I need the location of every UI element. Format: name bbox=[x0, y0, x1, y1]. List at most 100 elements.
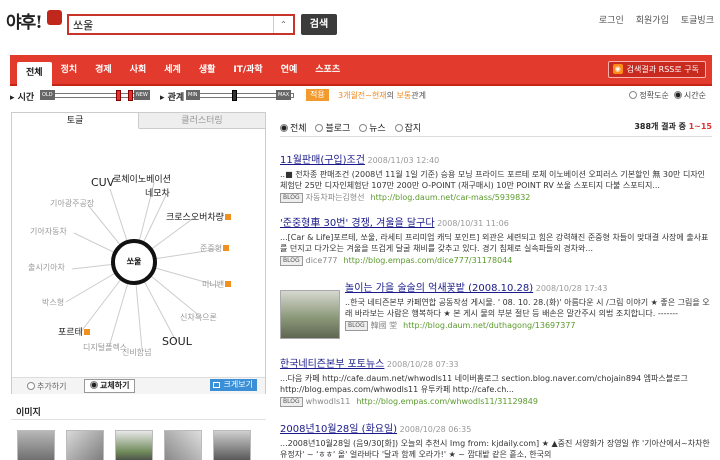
logo-text: 야후! bbox=[6, 13, 43, 33]
enlarge-button[interactable]: 크게보기 bbox=[209, 379, 257, 391]
image-thumbnail[interactable] bbox=[213, 430, 251, 460]
center-keyword-node[interactable]: 쏘울 bbox=[111, 239, 157, 285]
keyword-panel-tabs: 토글 클러스터링 bbox=[12, 113, 265, 129]
keyword-item[interactable]: 기아자동차 bbox=[30, 226, 67, 237]
toolbar-link[interactable]: 토글빙크 bbox=[681, 16, 714, 26]
filter-magazine-label: 잡지 bbox=[404, 124, 422, 134]
result-url[interactable]: http://blog.daum.net/car-mass/5939832 bbox=[371, 193, 531, 202]
result-title-link[interactable]: 놀이는 가을 술술의 억새꽃밭 (2008.10.28) bbox=[345, 283, 533, 294]
sort-accuracy-label: 정확도순 bbox=[639, 91, 669, 100]
site-logo[interactable]: 야후! bbox=[6, 8, 62, 42]
result-url[interactable]: http://blog.daum.net/duthagong/13697377 bbox=[403, 321, 575, 330]
result-date: 2008/10/31 11:06 bbox=[434, 219, 509, 228]
add-keyword-option[interactable]: 추가하기 bbox=[27, 381, 66, 392]
keyword-label: 포르테 bbox=[58, 328, 83, 338]
keyword-item[interactable]: 로체이노베이션 bbox=[113, 172, 171, 185]
search-box: ⌃ bbox=[67, 14, 295, 35]
result-author[interactable]: 자동차파는김형선 bbox=[306, 193, 365, 202]
tab-life[interactable]: 생활 bbox=[190, 62, 225, 86]
sort-time-radio[interactable] bbox=[673, 91, 682, 99]
keyword-item[interactable]: 출시기아차 bbox=[28, 262, 65, 273]
filter-all-option[interactable]: 전체 bbox=[280, 124, 307, 134]
results-divider bbox=[280, 136, 712, 137]
keyword-panel: 토글 클러스터링 CUV 로체이노베이션 네모차 기아광주공장 크로스오버차량 … bbox=[11, 112, 266, 394]
keyword-item[interactable]: 포르테 bbox=[58, 325, 90, 338]
tab-economy[interactable]: 경제 bbox=[86, 62, 121, 86]
keyword-label: 크로스오버차량 bbox=[166, 213, 224, 223]
keyword-item[interactable]: SOUL bbox=[162, 335, 192, 348]
search-result: '준중형車 30번' 경쟁, 겨울을 달구다 2008/10/31 11:06 … bbox=[280, 217, 712, 266]
result-url[interactable]: http://blog.empas.com/whwodls11/31129849 bbox=[356, 397, 538, 406]
rss-subscribe-button[interactable]: ◉ 검색결과 RSS로 구독 bbox=[607, 61, 706, 78]
image-thumbnail[interactable] bbox=[164, 430, 202, 460]
tab-all[interactable]: 전체 bbox=[17, 62, 52, 86]
result-snippet: ..■ 전차종 판매조건 (2008년 11월 1일 기준) 승용 모닝 프라이… bbox=[280, 170, 706, 190]
keyword-item[interactable]: 기아광주공장 bbox=[50, 198, 94, 209]
keyword-item[interactable]: 박스형 bbox=[42, 297, 64, 308]
enlarge-icon bbox=[212, 382, 220, 388]
tab-sports[interactable]: 스포츠 bbox=[306, 62, 349, 86]
result-author[interactable]: whwodls11 bbox=[306, 397, 351, 406]
images-section-title: 이미지 bbox=[16, 408, 41, 418]
blog-badge: BLOG bbox=[345, 321, 368, 331]
keyword-item[interactable]: 준중형 bbox=[200, 243, 230, 254]
apply-filter-button[interactable]: 적용 bbox=[306, 89, 329, 101]
keyword-item[interactable]: 크로스오버차량 bbox=[166, 210, 231, 223]
external-link-icon bbox=[223, 245, 230, 251]
keyword-item[interactable]: 미니밴 bbox=[202, 279, 232, 290]
category-tabs: 전체 정치 경제 사회 세계 생활 IT/과학 연예 스포츠 bbox=[17, 62, 349, 86]
search-button[interactable]: 검색 bbox=[301, 14, 337, 35]
replace-radio bbox=[90, 381, 98, 389]
image-thumbnail[interactable] bbox=[17, 430, 55, 460]
result-title-link[interactable]: 2008년10월28일 (화요일) bbox=[280, 424, 397, 435]
tab-toggle[interactable]: 토글 bbox=[12, 113, 139, 129]
tab-society[interactable]: 사회 bbox=[121, 62, 156, 86]
result-author[interactable]: 韓國 堂 bbox=[371, 321, 398, 330]
result-range: 1~15 bbox=[688, 122, 712, 131]
result-url[interactable]: http://blog.empas.com/dice777/31178044 bbox=[344, 256, 513, 265]
keyword-label: 준중형 bbox=[200, 244, 223, 253]
search-dropdown-arrow-icon[interactable]: ⌃ bbox=[273, 16, 293, 33]
filter-news-radio bbox=[359, 124, 368, 132]
filter-blog-option[interactable]: 블로그 bbox=[315, 124, 350, 134]
keyword-item[interactable]: 네모차 bbox=[145, 186, 170, 199]
replace-keyword-option[interactable]: 교체하기 bbox=[84, 379, 136, 393]
signup-link[interactable]: 회원가입 bbox=[636, 16, 669, 26]
result-count-text: 388개 결과 중 bbox=[634, 122, 687, 131]
tab-clustering[interactable]: 클러스터링 bbox=[139, 113, 265, 129]
result-author[interactable]: dice777 bbox=[306, 256, 338, 265]
relation-slider-handle[interactable] bbox=[232, 90, 237, 101]
image-thumbnail[interactable] bbox=[66, 430, 104, 460]
search-input[interactable] bbox=[73, 16, 269, 33]
relation-filter-label: ▸ 관계 bbox=[160, 93, 185, 103]
blog-badge: BLOG bbox=[280, 193, 303, 203]
tab-world[interactable]: 세계 bbox=[155, 62, 190, 86]
external-link-icon bbox=[83, 329, 90, 335]
filter-magazine-option[interactable]: 잡지 bbox=[394, 124, 422, 134]
filter-news-option[interactable]: 뉴스 bbox=[359, 124, 386, 134]
filter-summary-joiner: 의 bbox=[386, 91, 397, 100]
filter-magazine-radio bbox=[394, 124, 403, 132]
login-link[interactable]: 로그인 bbox=[599, 16, 624, 26]
relation-slider-max-label: MAX bbox=[276, 90, 292, 100]
result-title-link[interactable]: 한국네티즌본부 포토뉴스 bbox=[280, 359, 384, 370]
keyword-item[interactable]: 신차욕으론 bbox=[180, 312, 217, 323]
filter-all-label: 전체 bbox=[290, 124, 307, 134]
image-thumbnail[interactable] bbox=[115, 430, 153, 460]
time-slider-handle-start[interactable] bbox=[116, 90, 121, 101]
tab-it-science[interactable]: IT/과학 bbox=[224, 62, 271, 86]
keyword-item[interactable]: 신비함넘 bbox=[122, 347, 151, 358]
result-title-link[interactable]: 11월판매(구입)조건 bbox=[280, 155, 365, 166]
keyword-item[interactable]: CUV bbox=[91, 176, 114, 189]
result-title-link[interactable]: '준중형車 30번' 경쟁, 겨울을 달구다 bbox=[280, 218, 435, 229]
keyword-graph: CUV 로체이노베이션 네모차 기아광주공장 크로스오버차량 기아자동차 준중형… bbox=[12, 129, 265, 375]
tab-politics[interactable]: 정치 bbox=[52, 62, 87, 86]
time-slider-handle-end[interactable] bbox=[128, 90, 133, 101]
time-filter-label: ▸ 시간 bbox=[10, 93, 35, 103]
sort-accuracy-radio[interactable] bbox=[629, 91, 638, 99]
keyword-item[interactable]: 디지털플렉스 bbox=[83, 342, 127, 353]
search-result: 놀이는 가을 술술의 억새꽃밭 (2008.10.28) 2008/10/28 … bbox=[345, 282, 712, 331]
tab-entertainment[interactable]: 연예 bbox=[272, 62, 307, 86]
result-thumbnail[interactable] bbox=[280, 290, 340, 339]
filter-summary-topic: 보통 bbox=[396, 91, 412, 100]
